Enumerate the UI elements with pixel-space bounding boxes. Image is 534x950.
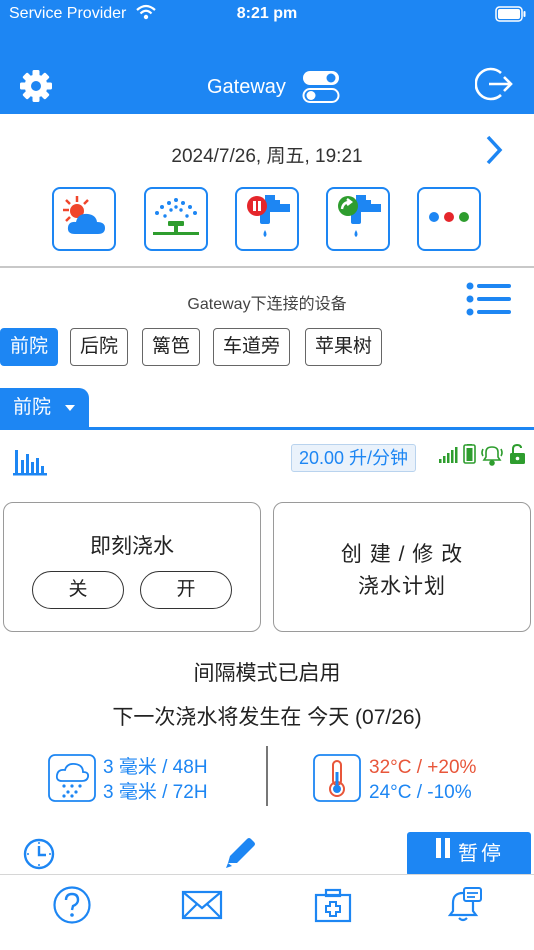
temp-high: 32°C / +20% — [369, 757, 477, 778]
water-now-card: 即刻浇水 关 开 — [3, 502, 261, 632]
temp-low: 24°C / -10% — [369, 782, 472, 803]
faucet-resume-button[interactable] — [326, 187, 390, 251]
temperature-readings: 32°C / +20% 24°C / -10% — [369, 755, 476, 805]
alarm-icon[interactable] — [444, 885, 484, 930]
device-status-icons — [439, 443, 529, 466]
zone-dropdown[interactable]: 前院 — [0, 388, 89, 428]
status-bar: Service Provider 8:21 pm — [0, 0, 534, 30]
toggle-icon[interactable] — [302, 70, 340, 109]
device-chip-fence[interactable]: 篱笆 — [142, 328, 201, 366]
device-chip-front-yard[interactable]: 前院 — [0, 328, 59, 366]
first-aid-icon[interactable] — [313, 885, 353, 930]
rain-readings: 3 毫米 / 48H 3 毫米 / 72H — [103, 755, 208, 805]
water-off-button[interactable]: 关 — [32, 571, 124, 609]
weather-divider — [266, 746, 268, 806]
faucet-resume-icon — [331, 192, 385, 247]
water-now-title: 即刻浇水 — [90, 535, 174, 558]
caret-down-icon — [65, 405, 75, 411]
battery-icon — [495, 6, 527, 27]
device-chips: 前院 后院 篱笆 车道旁 苹果树 — [0, 328, 534, 368]
logout-icon[interactable] — [474, 64, 515, 109]
schedule-card[interactable]: 创 建 / 修 改 浇水计划 — [273, 502, 531, 632]
unlock-icon — [510, 443, 525, 464]
header-title: Gateway — [207, 76, 286, 98]
zone-dropdown-label: 前院 — [13, 397, 52, 418]
device-chip-driveway[interactable]: 车道旁 — [213, 328, 291, 366]
clock-time: 8:21 pm — [236, 5, 298, 22]
flow-rate-badge: 20.00 升/分钟 — [291, 444, 417, 472]
sprinkler-button[interactable] — [144, 187, 208, 251]
pencil-icon[interactable] — [222, 835, 258, 876]
bar-chart-icon[interactable] — [13, 448, 49, 481]
pause-label: 暂停 — [458, 843, 504, 865]
weather-button[interactable] — [52, 187, 116, 251]
list-icon[interactable] — [466, 282, 512, 321]
device-chip-backyard[interactable]: 后院 — [70, 328, 129, 366]
next-watering: 下一次浇水将发生在 今天 (07/26) — [112, 706, 422, 729]
device-chip-apple-tree[interactable]: 苹果树 — [305, 328, 383, 366]
pause-button[interactable]: 暂停 — [407, 832, 531, 876]
mode-status: 间隔模式已启用 — [193, 662, 341, 685]
section-divider — [0, 266, 534, 268]
battery-level-icon — [463, 443, 476, 464]
mail-icon[interactable] — [181, 885, 223, 930]
date-time-label: 2024/7/26, 周五, 19:21 — [171, 146, 363, 167]
schedule-label: 创 建 / 修 改 浇水计划 — [274, 539, 530, 603]
zone-underline — [0, 427, 534, 430]
quick-actions — [0, 187, 534, 253]
weather-icon — [57, 194, 111, 245]
thermometer-icon — [313, 754, 361, 807]
rain-48h: 3 毫米 / 48H — [103, 757, 208, 778]
help-icon[interactable] — [52, 885, 92, 930]
more-icon — [427, 210, 471, 228]
water-on-button[interactable]: 开 — [140, 571, 232, 609]
schedule-line-1: 创 建 / 修 改 — [340, 543, 464, 566]
pause-icon — [434, 831, 452, 875]
chevron-right-icon[interactable] — [484, 134, 504, 171]
faucet-pause-button[interactable] — [235, 187, 299, 251]
sprinkler-icon — [149, 194, 203, 245]
devices-title: Gateway下连接的设备 — [187, 296, 347, 313]
faucet-pause-icon — [240, 192, 294, 247]
rain-icon — [48, 754, 96, 807]
signal-icon — [439, 447, 458, 463]
clock-icon[interactable] — [22, 837, 56, 876]
bell-icon — [481, 446, 503, 466]
settings-gear-icon[interactable] — [19, 69, 53, 108]
schedule-line-2: 浇水计划 — [358, 575, 446, 598]
app-header: Service Provider 8:21 pm Gateway — [0, 0, 534, 114]
more-button[interactable] — [417, 187, 481, 251]
bottom-tab-bar — [0, 874, 534, 950]
rain-72h: 3 毫米 / 72H — [103, 782, 208, 803]
